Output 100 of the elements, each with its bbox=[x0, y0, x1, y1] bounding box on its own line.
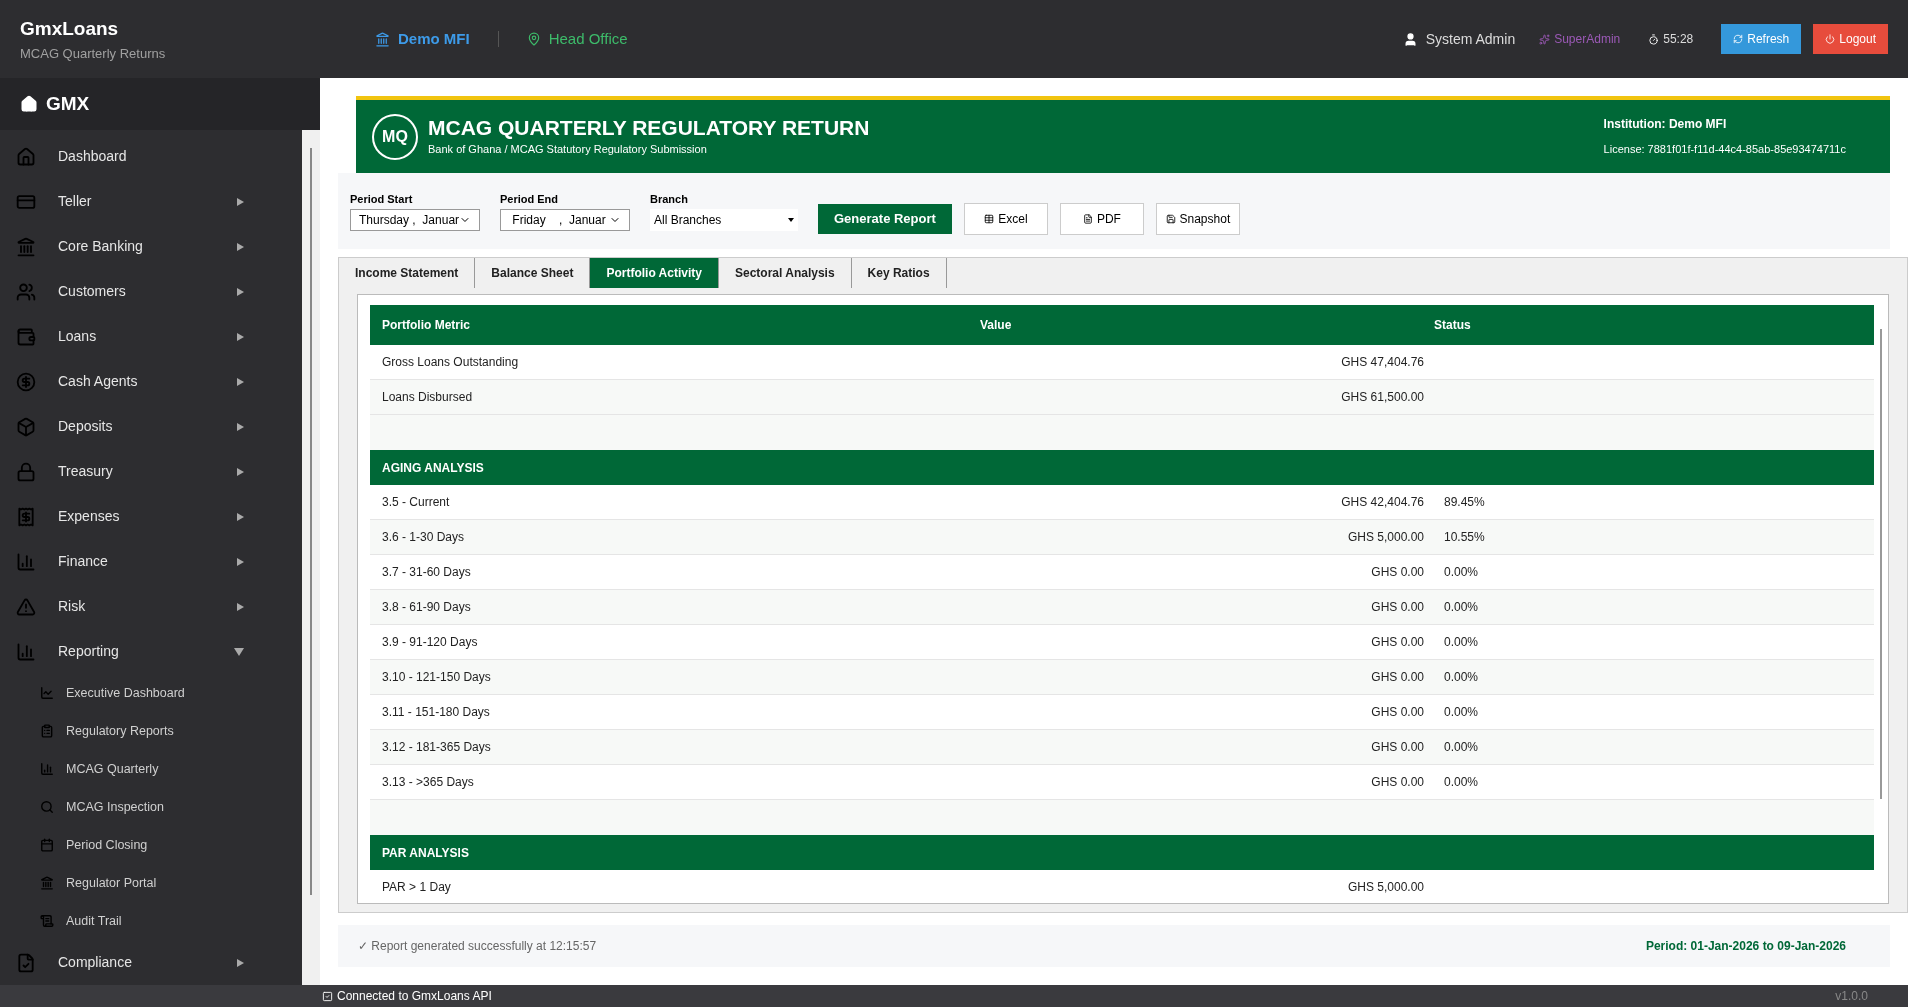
table-cell-text: GHS 47,404.76 bbox=[1340, 354, 1424, 371]
excel-button[interactable]: Excel bbox=[963, 203, 1048, 235]
money-bag-icon bbox=[16, 371, 36, 392]
generate-report-button[interactable]: Generate Report bbox=[818, 204, 952, 234]
table-cell-text: 3.10 - 121-150 Days bbox=[381, 669, 492, 686]
sidebar-item[interactable]: Cash Agents bbox=[0, 359, 302, 404]
table-cell-text: 3.8 - 61-90 Days bbox=[381, 599, 472, 616]
table-cell: 0.00% bbox=[1444, 775, 1479, 789]
bar-chart-icon bbox=[16, 641, 36, 662]
submenu-item[interactable]: Period Closing bbox=[0, 826, 302, 864]
table-cell-text: 3.13 - >365 Days bbox=[381, 774, 475, 791]
sidebar-item[interactable]: Core Banking bbox=[0, 224, 302, 269]
report-subtitle: Bank of Ghana / MCAG Statutory Regulatory Submission bbox=[428, 142, 708, 158]
status-message: ✓ Report generated successfully at 12:15:57 bbox=[358, 938, 598, 955]
table-cell-text: GHS 0.00 bbox=[1370, 634, 1424, 651]
receipt-icon bbox=[16, 506, 36, 527]
logout-button[interactable]: Logout bbox=[1813, 24, 1888, 54]
power-icon bbox=[1825, 34, 1836, 44]
save-icon bbox=[1165, 214, 1176, 224]
table-cell: 10.55% bbox=[1444, 530, 1485, 544]
sidebar-item[interactable]: Loans bbox=[0, 314, 302, 359]
table-cell: 0.00% bbox=[1444, 600, 1479, 614]
caret-right-icon bbox=[237, 332, 244, 341]
field-label: Period Start bbox=[350, 191, 414, 207]
scrollbar[interactable] bbox=[1880, 329, 1882, 799]
sidebar-item[interactable]: Risk bbox=[0, 584, 302, 629]
connection-status: Connected to GmxLoans API bbox=[337, 988, 493, 1005]
caret-right-icon bbox=[237, 242, 244, 251]
sidebar-item[interactable]: Treasury bbox=[0, 449, 302, 494]
bar-chart-icon bbox=[40, 762, 54, 776]
caret-down-icon bbox=[234, 647, 244, 656]
timer-icon bbox=[1648, 33, 1660, 45]
branch-select[interactable]: All Branches bbox=[650, 209, 798, 232]
submenu-item[interactable]: Regulatory Reports bbox=[0, 712, 302, 750]
bank-icon bbox=[16, 236, 36, 257]
table-cell: 0.00% bbox=[1444, 635, 1479, 649]
table-cell-text: 3.5 - Current bbox=[381, 494, 451, 511]
caret-right-icon bbox=[237, 467, 244, 476]
app-subtitle: MCAG Quarterly Returns bbox=[20, 44, 167, 63]
submenu-item[interactable]: MCAG Inspection bbox=[0, 788, 302, 826]
table-cell-text: PAR > 1 Day bbox=[381, 879, 452, 896]
institution-name: Demo MFI bbox=[398, 28, 470, 49]
sidebar-item[interactable]: Compliance bbox=[0, 940, 302, 985]
pin-icon bbox=[526, 32, 541, 46]
sidebar-item[interactable]: Customers bbox=[0, 269, 302, 314]
submenu-item[interactable]: MCAG Quarterly bbox=[0, 750, 302, 788]
date-field[interactable]: Thursday , Januar bbox=[350, 209, 480, 232]
caret-right-icon bbox=[237, 512, 244, 521]
report-tab[interactable]: Portfolio Activity bbox=[590, 258, 719, 288]
date-field[interactable]: Friday , Januar bbox=[500, 209, 630, 232]
submenu-item[interactable]: Audit Trail bbox=[0, 902, 302, 940]
sidebar-item[interactable]: Expenses bbox=[0, 494, 302, 539]
submenu-item[interactable]: Executive Dashboard bbox=[0, 674, 302, 712]
table-cell-text: GHS 42,404.76 bbox=[1340, 494, 1424, 511]
sidebar-item[interactable]: Teller bbox=[0, 179, 302, 224]
bank-icon bbox=[375, 31, 390, 47]
search-icon bbox=[40, 800, 54, 814]
caret-down-icon bbox=[788, 218, 794, 223]
table-cell-text: GHS 0.00 bbox=[1370, 704, 1424, 721]
column-header: Value bbox=[980, 317, 1013, 334]
house-icon bbox=[20, 95, 38, 113]
snapshot-button[interactable]: Snapshot bbox=[1155, 203, 1240, 235]
chart-icon bbox=[40, 686, 54, 700]
table-cell: 0.00% bbox=[1444, 705, 1479, 719]
scrollbar[interactable] bbox=[310, 148, 312, 895]
sidebar-item[interactable]: Finance bbox=[0, 539, 302, 584]
sidebar-item[interactable]: Deposits bbox=[0, 404, 302, 449]
table-cell: 0.00% bbox=[1444, 740, 1479, 754]
warning-icon bbox=[16, 596, 36, 617]
column-header: Status bbox=[1434, 317, 1471, 334]
table-cell-text: 3.6 - 1-30 Days bbox=[381, 529, 466, 546]
session-timer: 55:28 bbox=[1663, 31, 1694, 48]
calendar-icon bbox=[40, 838, 54, 852]
table-cell-text: GHS 0.00 bbox=[1370, 669, 1424, 686]
app-name: GmxLoans bbox=[20, 17, 120, 41]
table-cell: 0.00% bbox=[1444, 670, 1479, 684]
users-icon bbox=[16, 281, 36, 302]
report-title: MCAG QUARTERLY REGULATORY RETURN bbox=[428, 115, 871, 142]
brand-name: GMX bbox=[46, 91, 90, 116]
caret-right-icon bbox=[237, 377, 244, 386]
sidebar-item[interactable]: Dashboard bbox=[0, 134, 302, 179]
logo-badge: MQ bbox=[372, 113, 418, 160]
period-label: Period: 01-Jan-2026 to 09-Jan-2026 bbox=[1645, 938, 1847, 955]
house-icon bbox=[16, 146, 36, 167]
bank-icon bbox=[40, 876, 54, 890]
pdf-button[interactable]: PDF bbox=[1059, 203, 1144, 235]
table-icon bbox=[984, 214, 995, 224]
lock-icon bbox=[16, 461, 36, 482]
sidebar-item[interactable]: Reporting bbox=[0, 629, 302, 674]
table-cell-text: Loans Disbursed bbox=[381, 389, 474, 406]
table-cell: 89.45% bbox=[1444, 495, 1485, 509]
license-label: License: 7881f01f-f11d-44c4-85ab-85e93474711c bbox=[1603, 142, 1846, 158]
submenu-item[interactable]: Regulator Portal bbox=[0, 864, 302, 902]
document-icon bbox=[1082, 214, 1093, 224]
table-cell-text: GHS 0.00 bbox=[1370, 564, 1424, 581]
table-cell-text: GHS 61,500.00 bbox=[1340, 389, 1424, 406]
table-cell-text: GHS 5,000.00 bbox=[1346, 879, 1424, 896]
bar-chart-icon bbox=[16, 551, 36, 572]
table-cell-text: GHS 0.00 bbox=[1370, 774, 1424, 791]
refresh-icon bbox=[1733, 34, 1744, 44]
